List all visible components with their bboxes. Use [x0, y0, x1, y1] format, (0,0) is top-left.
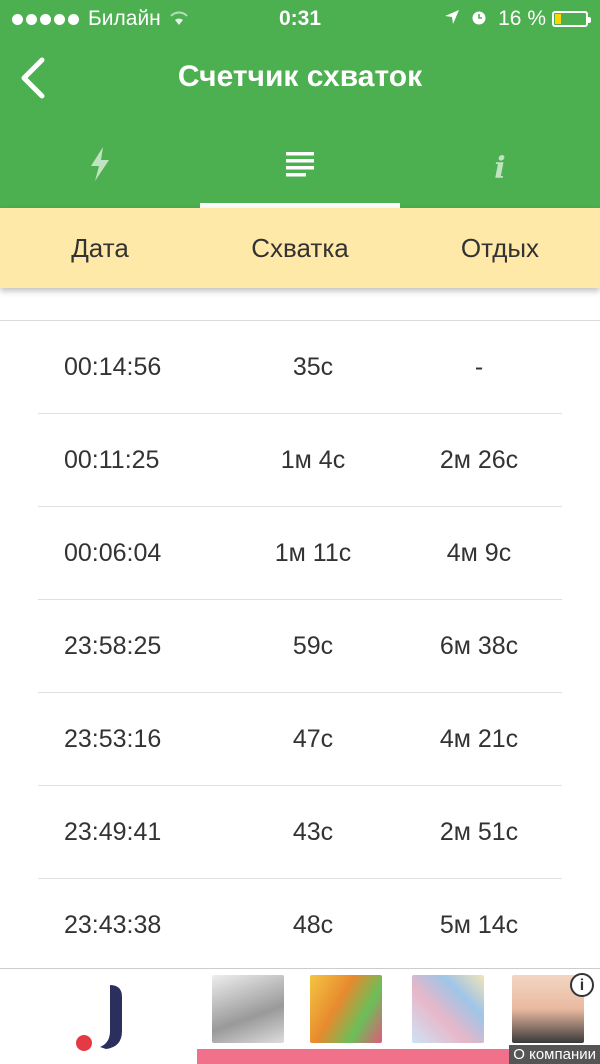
tab-bar: i	[0, 128, 600, 208]
cell-rest: 4м 21с	[439, 724, 519, 753]
cell-rest: 2м 26с	[439, 445, 519, 474]
column-header-rest: Отдых	[460, 232, 540, 263]
product-thumbnail[interactable]	[412, 975, 484, 1043]
cell-date: 23:49:41	[64, 817, 162, 846]
contractions-list: 00:14:56 35с - 00:11:25 1м 4с 2м 26с 00:…	[0, 320, 600, 972]
cell-date: 00:14:56	[64, 352, 162, 381]
cell-date: 00:06:04	[64, 538, 162, 567]
ad-info-icon[interactable]: i	[570, 973, 594, 997]
lightning-icon	[88, 147, 112, 189]
table-header: Дата Схватка Отдых	[0, 208, 600, 288]
column-header-date: Дата	[71, 232, 129, 263]
cell-rest: 2м 51с	[439, 817, 519, 846]
ad-banner[interactable]: i О компании	[0, 968, 600, 1064]
location-arrow-icon	[444, 9, 460, 30]
status-bar: Билайн 0:31 16 %	[0, 0, 600, 36]
advertiser-logo	[76, 985, 122, 1051]
cell-date: 23:58:25	[64, 631, 162, 660]
tab-info[interactable]: i	[400, 128, 600, 208]
product-thumbnail[interactable]	[310, 975, 382, 1043]
table-row[interactable]: 23:43:38 48с 5м 14с	[38, 879, 562, 972]
table-row[interactable]: 23:53:16 47с 4м 21с	[38, 693, 562, 786]
tab-timer[interactable]	[0, 128, 200, 208]
cell-date: 23:53:16	[64, 724, 162, 753]
product-thumbnail[interactable]	[212, 975, 284, 1043]
cell-date: 00:11:25	[64, 445, 160, 474]
cell-date: 23:43:38	[64, 910, 162, 939]
cell-rest: 4м 9с	[446, 538, 512, 567]
battery-icon	[552, 11, 591, 27]
app-bar: Счетчик схваток i	[0, 36, 600, 208]
alarm-icon	[470, 8, 488, 31]
table-row[interactable]: 00:06:04 1м 11с 4м 9с	[38, 507, 562, 600]
tab-list[interactable]	[200, 128, 400, 208]
cell-rest: 5м 14с	[439, 910, 519, 939]
cell-contraction: 43с	[292, 817, 334, 846]
cell-contraction: 35с	[292, 352, 334, 381]
cell-contraction: 59с	[292, 631, 334, 660]
cell-contraction: 48с	[292, 910, 334, 939]
cell-rest: -	[474, 352, 484, 381]
cell-contraction: 47с	[292, 724, 334, 753]
table-row[interactable]: 00:14:56 35с -	[38, 321, 562, 414]
cell-contraction: 1м 11с	[274, 538, 352, 567]
table-row[interactable]: 23:58:25 59с 6м 38с	[38, 600, 562, 693]
list-icon	[286, 151, 314, 185]
info-icon: i	[494, 150, 506, 186]
table-row[interactable]: 23:49:41 43с 2м 51с	[38, 786, 562, 879]
cell-rest: 6м 38с	[439, 631, 519, 660]
cell-contraction: 1м 4с	[280, 445, 346, 474]
about-company-link[interactable]: О компании	[509, 1045, 600, 1064]
column-header-contraction: Схватка	[251, 232, 349, 263]
page-title: Счетчик схваток	[177, 60, 423, 93]
battery-percent: 16 %	[498, 7, 546, 30]
table-row[interactable]: 00:11:25 1м 4с 2м 26с	[38, 414, 562, 507]
